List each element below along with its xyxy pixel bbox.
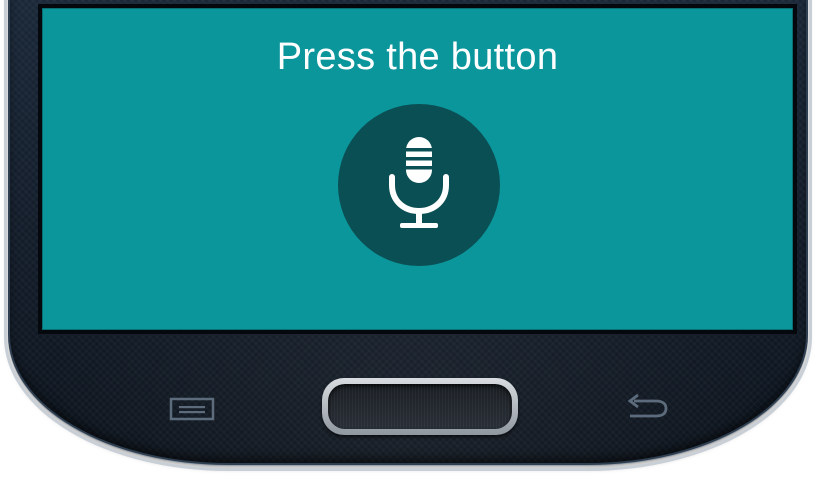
back-arrow-icon bbox=[627, 393, 668, 418]
voice-screen: Press the button bbox=[42, 8, 793, 330]
back-key[interactable] bbox=[624, 392, 670, 422]
menu-key[interactable] bbox=[168, 396, 216, 422]
microphone-button[interactable] bbox=[338, 104, 500, 266]
phone-stage: Press the button bbox=[0, 0, 820, 479]
home-button[interactable] bbox=[322, 378, 518, 435]
voice-prompt-text: Press the button bbox=[276, 36, 559, 78]
microphone-icon bbox=[389, 137, 449, 228]
menu-key-icon bbox=[169, 397, 215, 421]
